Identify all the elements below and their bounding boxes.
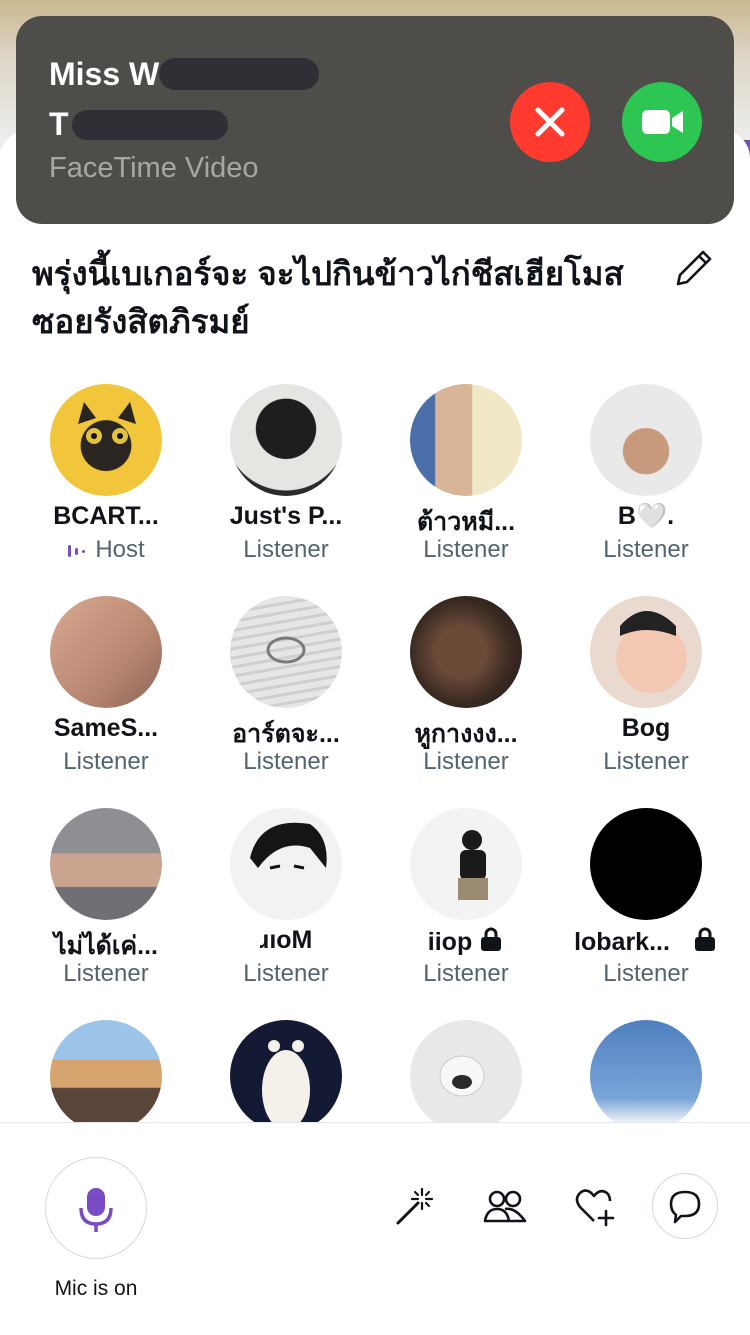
speaking-bars-icon: [68, 544, 86, 557]
facetime-call-banner[interactable]: Miss W T FaceTime Video: [16, 16, 734, 224]
participant-name: Just's P...: [229, 502, 343, 530]
avatar: [590, 808, 702, 920]
participant-role: Listener: [603, 960, 689, 987]
lock-icon: [481, 927, 502, 951]
avatar: [230, 596, 342, 708]
microphone-icon: [79, 1188, 113, 1232]
participant-role: Listener: [243, 748, 329, 775]
participant-role: Listener: [63, 748, 149, 775]
avatar: [410, 596, 522, 708]
avatar: [590, 1020, 702, 1124]
heart-plus-icon[interactable]: [572, 1185, 618, 1229]
avatar: [590, 384, 702, 496]
participant-name: B🤍.: [617, 502, 675, 530]
participant-name: Bog: [621, 714, 671, 742]
lock-icon: [694, 927, 715, 951]
caller-name: Miss W: [49, 56, 160, 92]
participant-role: Listener: [423, 748, 509, 775]
participant-name: BCART...: [53, 502, 159, 530]
avatar: [50, 596, 162, 708]
mic-toggle-button[interactable]: [45, 1157, 147, 1259]
participant-role: Listener: [603, 536, 689, 563]
participant-role: Listener: [63, 960, 149, 987]
avatar: [410, 1020, 522, 1124]
pencil-edit-icon[interactable]: [670, 244, 718, 292]
avatar: [410, 808, 522, 920]
video-camera-icon: [642, 110, 683, 134]
participant-role: Listener: [423, 960, 509, 987]
participant-name: ɹıoM: [259, 926, 313, 954]
participant-role: Listener: [243, 960, 329, 987]
avatar: [50, 384, 162, 496]
people-icon[interactable]: [482, 1185, 528, 1229]
participant-grid: BCART... Host Just's P... Listener ต้าวห…: [0, 384, 750, 1124]
chat-button[interactable]: [652, 1173, 718, 1239]
redaction-bar: [72, 110, 228, 140]
participant-role: Listener: [603, 748, 689, 775]
decline-call-button[interactable]: [510, 82, 590, 162]
magic-wand-icon[interactable]: [392, 1185, 436, 1229]
avatar: [410, 384, 522, 496]
close-icon: [535, 107, 565, 137]
speech-bubble-icon: [669, 1190, 701, 1224]
participant-name: lobark...: [555, 926, 737, 957]
space-controls-bar: Mic is on: [0, 1122, 750, 1335]
call-type-label: FaceTime Video: [49, 152, 259, 184]
participant-role: Listener: [423, 536, 509, 563]
avatar: [50, 1020, 162, 1124]
mic-status-label: Mic is on: [54, 1277, 138, 1300]
participant-role: Listener: [243, 536, 329, 563]
avatar: [230, 384, 342, 496]
avatar: [230, 808, 342, 920]
accept-call-button[interactable]: [622, 82, 702, 162]
role-label: Host: [95, 536, 145, 563]
participant-name: iiop: [375, 926, 557, 957]
space-title: พรุ่งนี้เบเกอร์จะ จะไปกินข้าวไก่ชีสเฮียโ…: [32, 255, 624, 340]
caller-surname: T: [49, 106, 69, 142]
avatar: [590, 596, 702, 708]
avatar: [50, 808, 162, 920]
avatar: [230, 1020, 342, 1124]
redaction-bar: [159, 58, 319, 90]
participant-role: Host: [15, 536, 197, 564]
participant-name: SameS...: [53, 714, 159, 742]
